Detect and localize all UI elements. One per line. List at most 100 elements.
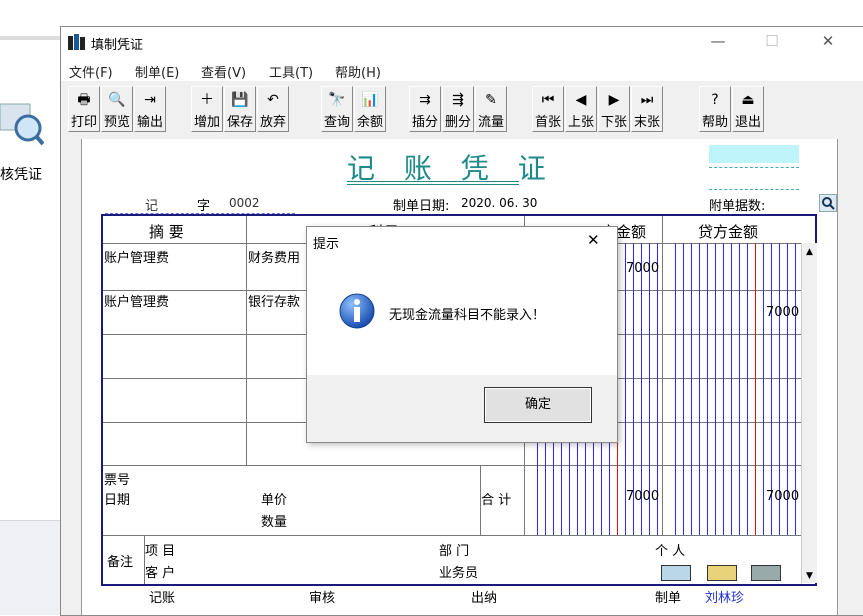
close-button[interactable]: ✕	[813, 32, 843, 52]
dash-line	[709, 167, 799, 168]
col-credit-header: 贷方金额	[698, 223, 759, 241]
desktop-icon-label: 核凭证	[0, 167, 42, 183]
row2-summary[interactable]: 账户管理费	[104, 291, 169, 310]
row1-subject[interactable]: 财务费用	[248, 247, 300, 266]
toolbar-button-label: 输出	[136, 115, 163, 130]
date-label: 制单日期:	[393, 199, 450, 214]
toolbar-button-help[interactable]: ? 帮助	[699, 86, 731, 132]
row1-debit[interactable]: 7000	[626, 261, 659, 276]
toolbar-button-label: 上张	[567, 115, 594, 130]
dialog-title: 提示	[313, 237, 340, 252]
amount-digit-line	[739, 243, 740, 535]
toolbar-button-prev[interactable]: ◀ 上张	[565, 86, 597, 132]
add-icon: ＋	[200, 92, 214, 108]
footer-cashier: 出纳	[471, 591, 498, 606]
insert-row-icon: ⇉	[419, 92, 431, 108]
dash-line	[709, 189, 799, 190]
undo-icon: ↶	[267, 92, 279, 108]
toolbar-button-chart[interactable]: 📊 余额	[354, 86, 386, 132]
salesman-label: 业务员	[439, 566, 479, 581]
menu-file[interactable]: 文件(F)	[69, 62, 113, 81]
desktop-divider	[0, 36, 63, 40]
dialog-message: 无现金流量科目不能录入！	[389, 308, 546, 323]
toolbar-button-next[interactable]: ▶ 下张	[598, 86, 630, 132]
toolbar-button-cashflow[interactable]: ✎ 流量	[475, 86, 507, 132]
menu-tools[interactable]: 工具(T)	[269, 62, 313, 81]
app-icon	[67, 32, 87, 52]
photo-icon[interactable]	[707, 565, 737, 581]
menu-edit[interactable]: 制单(E)	[135, 62, 179, 81]
voucher-number[interactable]: 0002	[229, 196, 260, 210]
audit-voucher-icon[interactable]	[0, 90, 45, 150]
qty-label: 数量	[261, 515, 288, 530]
col-summary-header: 摘 要	[149, 223, 184, 241]
menu-help[interactable]: 帮助(H)	[335, 62, 381, 81]
total-label: 合 计	[481, 493, 512, 508]
amount-digit-line	[691, 243, 692, 535]
toolbar-button-export[interactable]: ⇥ 输出	[134, 86, 166, 132]
toolbar-button-preview[interactable]: 🔍 预览	[101, 86, 133, 132]
amount-digit-line	[683, 243, 684, 535]
voucher-zi: 字	[197, 199, 211, 214]
lookup-icon[interactable]	[819, 194, 837, 212]
next-icon: ▶	[608, 92, 620, 108]
toolbar-button-first[interactable]: ⏮ 首张	[532, 86, 564, 132]
scroll-up-icon[interactable]: ▲	[802, 247, 817, 257]
card-icon[interactable]	[661, 565, 691, 581]
voucher-type[interactable]: 记	[145, 195, 158, 214]
toolbar-button-label: 帮助	[701, 115, 728, 130]
amount-digit-line	[755, 243, 756, 535]
chart-icon: 📊	[361, 92, 379, 108]
row2-subject[interactable]: 银行存款	[248, 291, 300, 310]
menu-view[interactable]: 查看(V)	[201, 62, 246, 81]
toolbar-button-exit[interactable]: ⏏ 退出	[732, 86, 764, 132]
info-icon	[339, 293, 375, 329]
toolbar-button-save[interactable]: 💾 保存	[224, 86, 256, 132]
toolbar-button-printer[interactable]: 🖶 打印	[68, 86, 100, 132]
voucher-cyan-field[interactable]	[709, 145, 799, 163]
ticket-label: 票号	[104, 473, 131, 488]
toolbar-button-label: 删分	[444, 115, 471, 130]
dialog-close-button[interactable]: ✕	[587, 231, 600, 249]
title-bar	[61, 27, 863, 57]
title-underline	[347, 181, 519, 182]
grid-line	[662, 216, 663, 535]
footer-audit: 审核	[309, 591, 336, 606]
footer-bookkeep: 记账	[149, 591, 176, 606]
cashflow-icon: ✎	[485, 92, 497, 108]
toolbar-button-label: 打印	[70, 115, 97, 130]
toolbar-button-label: 末张	[633, 115, 660, 130]
amount-digit-line	[707, 243, 708, 535]
toolbar-button-undo[interactable]: ↶ 放弃	[257, 86, 289, 132]
toolbar-button-last[interactable]: ⏭ 末张	[631, 86, 663, 132]
person-label: 个 人	[655, 544, 686, 559]
attach-label: 附单据数:	[709, 199, 766, 214]
toolbar-button-delete-row[interactable]: ⇶ 删分	[442, 86, 474, 132]
toolbar-button-label: 首张	[534, 115, 561, 130]
scroll-down-icon[interactable]: ▼	[802, 571, 817, 581]
delete-row-icon: ⇶	[452, 92, 464, 108]
amount-digit-line	[675, 243, 676, 535]
alert-dialog: 提示 ✕ 无现金流量科目不能录入！ 确定	[306, 226, 618, 443]
minimize-button[interactable]: —	[703, 32, 733, 52]
grid-scrollbar[interactable]: ▲ ▼	[801, 243, 817, 583]
customer-label: 客 户	[145, 566, 176, 581]
toolbar-button-label: 下张	[600, 115, 627, 130]
voucher-date[interactable]: 2020. 06. 30	[461, 196, 537, 210]
grid-icon[interactable]	[751, 565, 781, 581]
project-label: 项 目	[145, 544, 176, 559]
toolbar-button-binoculars[interactable]: 🔭 查询	[321, 86, 353, 132]
row1-summary[interactable]: 账户管理费	[104, 247, 169, 266]
toolbar-button-label: 预览	[103, 115, 130, 130]
toolbar-button-add[interactable]: ＋ 增加	[191, 86, 223, 132]
maker-name: 刘林珍	[705, 591, 745, 606]
maximize-button[interactable]: ☐	[757, 32, 787, 52]
row2-credit[interactable]: 7000	[766, 305, 799, 320]
grid-line	[103, 535, 801, 536]
export-icon: ⇥	[144, 92, 156, 108]
ok-button[interactable]: 确定	[484, 387, 592, 423]
toolbar-button-insert-row[interactable]: ⇉ 插分	[409, 86, 441, 132]
toolbar-button-label: 放弃	[259, 115, 286, 130]
binoculars-icon: 🔭	[328, 92, 346, 108]
department-label: 部 门	[439, 544, 470, 559]
